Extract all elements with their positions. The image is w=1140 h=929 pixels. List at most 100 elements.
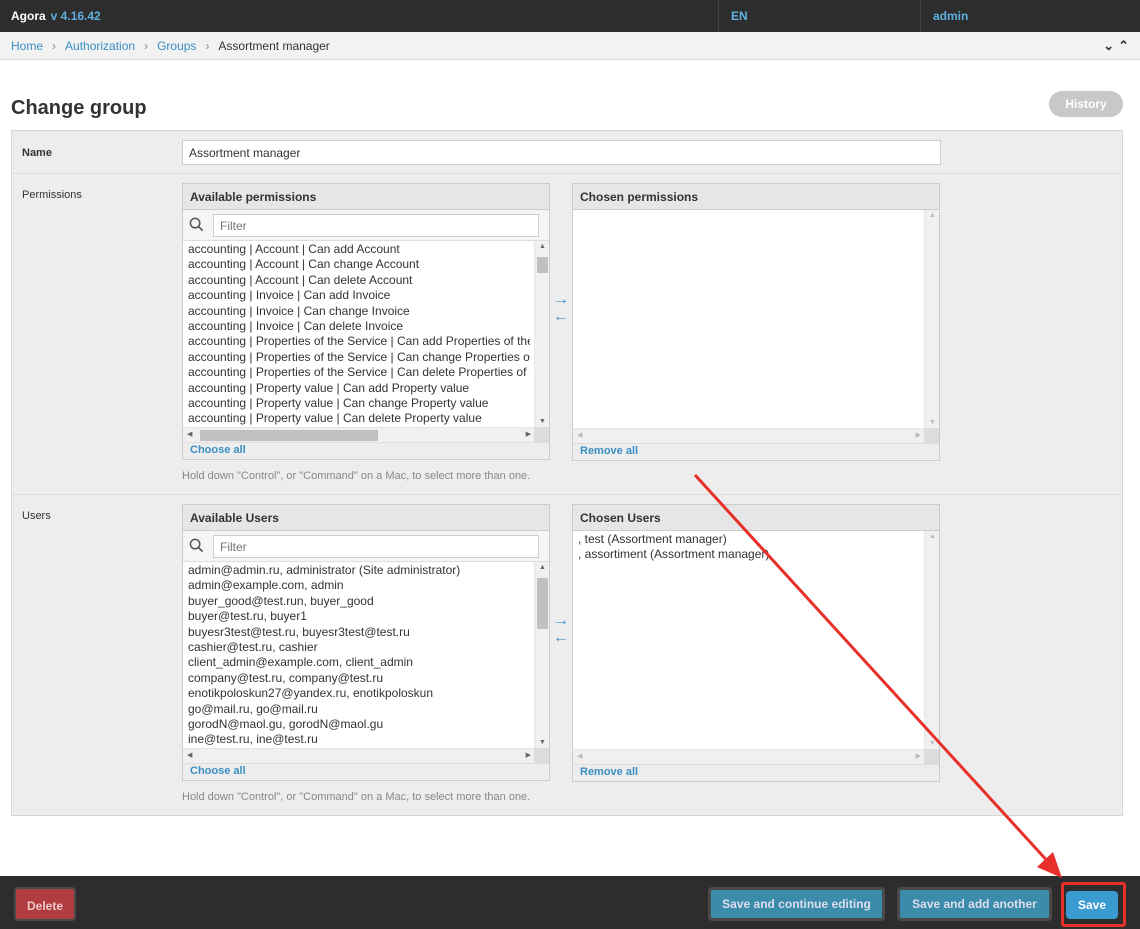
page-title: Change group bbox=[11, 97, 147, 119]
choose-all-users[interactable]: Choose all bbox=[183, 763, 549, 780]
row-divider bbox=[12, 173, 1122, 174]
chosen-users-title: Chosen Users bbox=[573, 505, 939, 531]
list-item[interactable]: , assortiment (Assortment manager) bbox=[578, 547, 920, 562]
name-field[interactable] bbox=[182, 140, 941, 165]
list-item[interactable]: accounting | Account | Can delete Accoun… bbox=[188, 273, 530, 288]
users-label: Users bbox=[22, 510, 51, 522]
chosen-users-list[interactable]: , test (Assortment manager), assortiment… bbox=[573, 531, 939, 764]
list-item[interactable]: accounting | Properties of the Service |… bbox=[188, 350, 530, 365]
list-item[interactable]: buyer_good@test.run, buyer_good bbox=[188, 594, 530, 609]
list-item[interactable]: admin@admin.ru, administrator (Site admi… bbox=[188, 563, 530, 578]
list-item[interactable]: gorodN@maol.gu, gorodN@maol.gu bbox=[188, 717, 530, 732]
list-item[interactable]: accounting | Property value | Can change… bbox=[188, 396, 530, 411]
chosen-users-box: Chosen Users , test (Assortment manager)… bbox=[572, 504, 940, 782]
breadcrumb-separator: › bbox=[205, 38, 210, 53]
save-and-continue-button[interactable]: Save and continue editing bbox=[708, 887, 885, 921]
brand-name: Agora bbox=[11, 9, 46, 23]
horizontal-scrollbar[interactable]: ◀ ▶ bbox=[183, 427, 535, 442]
horizontal-scrollbar[interactable]: ◀ ▶ bbox=[573, 749, 925, 764]
list-item[interactable]: buyesr3test@test.ru, buyesr3test@test.ru bbox=[188, 625, 530, 640]
scroll-down-icon[interactable]: ▼ bbox=[535, 418, 549, 425]
permissions-help-text: Hold down "Control", or "Command" on a M… bbox=[182, 470, 531, 482]
scroll-right-icon[interactable]: ▶ bbox=[526, 430, 531, 438]
arrow-left-icon[interactable]: ← bbox=[550, 629, 572, 646]
available-permissions-list[interactable]: accounting | Account | Can add Account ac… bbox=[183, 241, 549, 442]
scroll-left-icon[interactable]: ◀ bbox=[577, 752, 582, 760]
list-item[interactable]: , test (Assortment manager) bbox=[578, 532, 920, 547]
version-label: v 4.16.42 bbox=[50, 9, 101, 23]
remove-all-permissions[interactable]: Remove all bbox=[573, 443, 939, 460]
scroll-thumb[interactable] bbox=[537, 578, 548, 629]
users-filter-bar bbox=[183, 531, 549, 562]
language-switcher[interactable]: EN bbox=[718, 0, 920, 32]
list-item[interactable]: enotikpoloskun27@yandex.ru, enotikpolosk… bbox=[188, 686, 530, 701]
list-item[interactable]: accounting | Property value | Can add Pr… bbox=[188, 381, 530, 396]
list-item[interactable]: accounting | Properties of the Service |… bbox=[188, 334, 530, 349]
brand[interactable]: Agora v 4.16.42 bbox=[0, 9, 101, 23]
arrow-left-icon[interactable]: ← bbox=[550, 308, 572, 325]
arrow-right-icon[interactable]: → bbox=[550, 291, 572, 308]
scroll-right-icon[interactable]: ▶ bbox=[916, 752, 921, 760]
choose-all-permissions[interactable]: Choose all bbox=[183, 442, 549, 459]
scroll-left-icon[interactable]: ◀ bbox=[577, 431, 582, 439]
list-item[interactable]: accounting | Invoice | Can change Invoic… bbox=[188, 304, 530, 319]
horizontal-scrollbar[interactable]: ◀ ▶ bbox=[183, 748, 535, 763]
save-highlight-box bbox=[1061, 882, 1126, 927]
history-button[interactable]: History bbox=[1049, 91, 1123, 117]
chosen-permissions-box: Chosen permissions ▲ ▼ ◀ ▶ Remove all bbox=[572, 183, 940, 461]
scroll-down-icon[interactable]: ▼ bbox=[925, 740, 939, 747]
available-users-list[interactable]: admin@admin.ru, administrator (Site admi… bbox=[183, 562, 549, 763]
scroll-down-icon[interactable]: ▼ bbox=[925, 419, 939, 426]
scroll-right-icon[interactable]: ▶ bbox=[526, 751, 531, 759]
scroll-left-icon[interactable]: ◀ bbox=[187, 751, 192, 759]
list-item[interactable]: accounting | Properties of the Service |… bbox=[188, 365, 530, 380]
breadcrumb-authorization[interactable]: Authorization bbox=[65, 39, 135, 53]
list-item[interactable]: client_admin@example.com, client_admin bbox=[188, 655, 530, 670]
submit-row: Delete Save and continue editing Save an… bbox=[0, 876, 1140, 929]
list-item[interactable]: accounting | Account | Can change Accoun… bbox=[188, 257, 530, 272]
scroll-corner bbox=[534, 427, 549, 442]
list-item[interactable]: company@test.ru, company@test.ru bbox=[188, 671, 530, 686]
vertical-scrollbar[interactable]: ▲ ▼ bbox=[924, 531, 939, 749]
list-item[interactable]: cashier@test.ru, cashier bbox=[188, 640, 530, 655]
breadcrumb-home[interactable]: Home bbox=[11, 39, 43, 53]
list-item[interactable]: accounting | Property value | Can delete… bbox=[188, 411, 530, 426]
magnifier-icon bbox=[189, 538, 204, 553]
vertical-scrollbar[interactable]: ▲ ▼ bbox=[924, 210, 939, 428]
user-menu[interactable]: admin bbox=[920, 0, 1140, 32]
scroll-thumb[interactable] bbox=[200, 430, 378, 441]
breadcrumb-groups[interactable]: Groups bbox=[157, 39, 196, 53]
delete-button[interactable]: Delete bbox=[14, 887, 76, 921]
list-item[interactable]: ine@test.ru, ine@test.ru bbox=[188, 732, 530, 747]
scroll-thumb[interactable] bbox=[537, 257, 548, 273]
scroll-right-icon[interactable]: ▶ bbox=[916, 431, 921, 439]
scroll-up-icon[interactable]: ▲ bbox=[535, 564, 549, 571]
vertical-scrollbar[interactable]: ▲ ▼ bbox=[534, 241, 549, 427]
permissions-label: Permissions bbox=[22, 189, 82, 201]
list-item[interactable]: admin@example.com, admin bbox=[188, 578, 530, 593]
expand-all-icon[interactable]: ⌄ bbox=[1103, 38, 1114, 54]
scroll-down-icon[interactable]: ▼ bbox=[535, 739, 549, 746]
breadcrumb-current: Assortment manager bbox=[218, 38, 330, 53]
chosen-permissions-list[interactable]: ▲ ▼ ◀ ▶ bbox=[573, 210, 939, 443]
users-filter-input[interactable] bbox=[213, 535, 539, 558]
list-item[interactable]: go@mail.ru, go@mail.ru bbox=[188, 702, 530, 717]
remove-all-users[interactable]: Remove all bbox=[573, 764, 939, 781]
scroll-up-icon[interactable]: ▲ bbox=[535, 243, 549, 250]
scroll-up-icon[interactable]: ▲ bbox=[925, 212, 939, 219]
scroll-up-icon[interactable]: ▲ bbox=[925, 533, 939, 540]
scroll-corner bbox=[534, 748, 549, 763]
list-item[interactable]: buyer@test.ru, buyer1 bbox=[188, 609, 530, 624]
list-item[interactable]: accounting | Account | Can add Account bbox=[188, 242, 530, 257]
vertical-scrollbar[interactable]: ▲ ▼ bbox=[534, 562, 549, 748]
horizontal-scrollbar[interactable]: ◀ ▶ bbox=[573, 428, 925, 443]
save-and-add-another-button[interactable]: Save and add another bbox=[897, 887, 1052, 921]
breadcrumb-toggles: ⌄ ⌃ bbox=[1103, 38, 1129, 54]
permission-movers: → ← bbox=[550, 291, 572, 325]
scroll-left-icon[interactable]: ◀ bbox=[187, 430, 192, 438]
list-item[interactable]: accounting | Invoice | Can add Invoice bbox=[188, 288, 530, 303]
collapse-all-icon[interactable]: ⌃ bbox=[1118, 38, 1129, 54]
list-item[interactable]: accounting | Invoice | Can delete Invoic… bbox=[188, 319, 530, 334]
permissions-filter-input[interactable] bbox=[213, 214, 539, 237]
arrow-right-icon[interactable]: → bbox=[550, 612, 572, 629]
